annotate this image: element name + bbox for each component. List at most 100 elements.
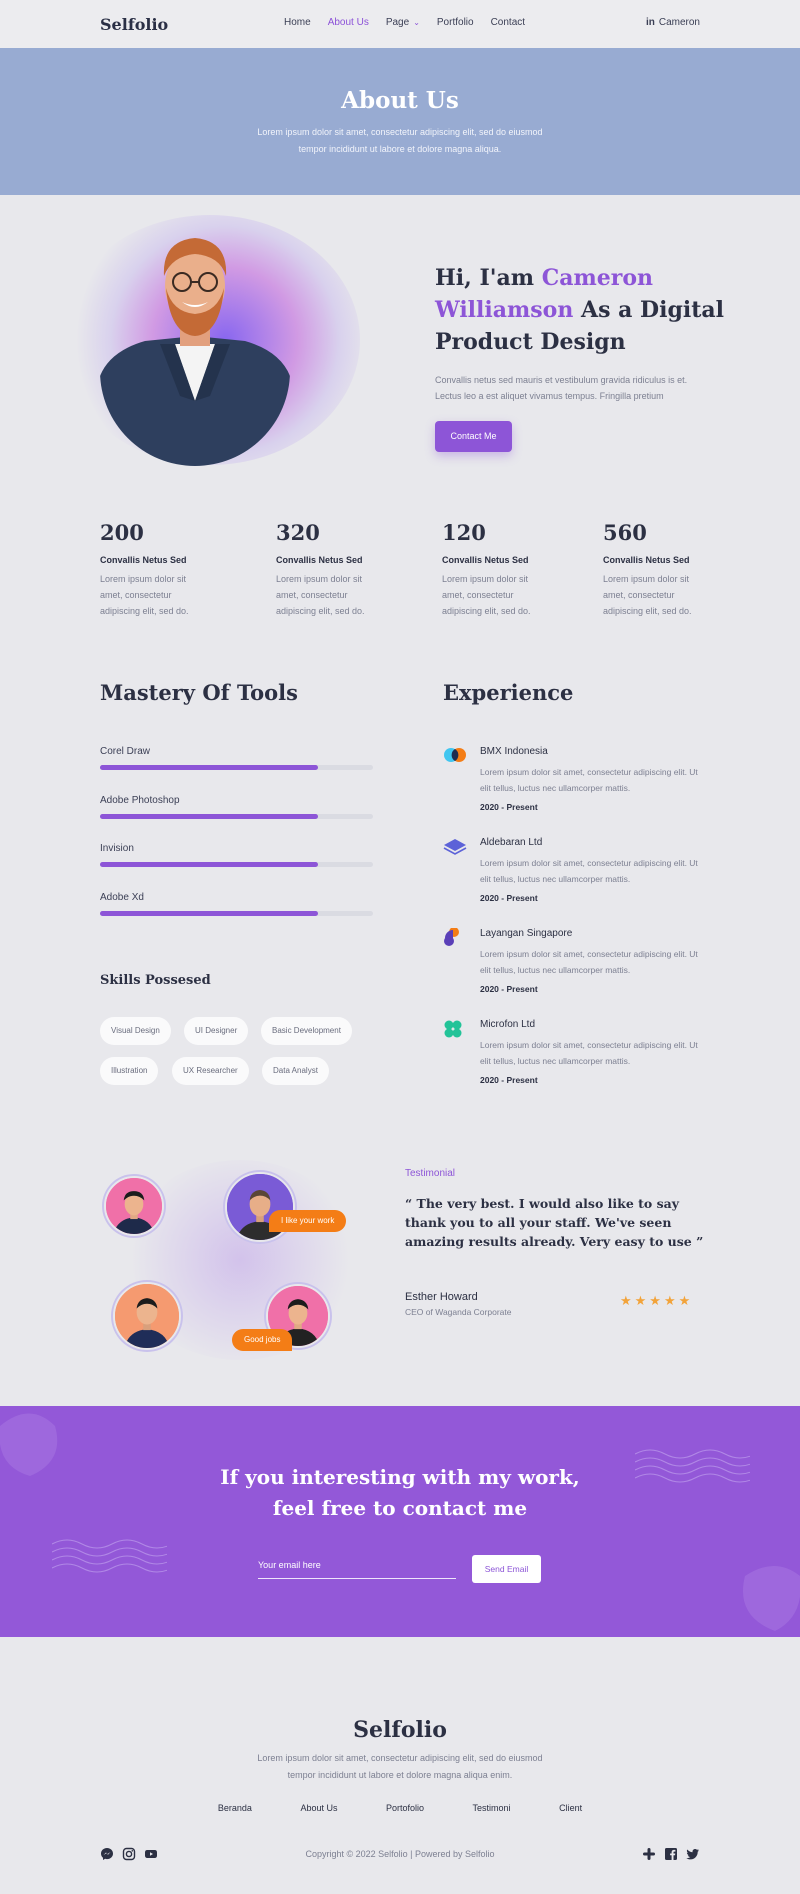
stat-value: 120: [442, 520, 486, 545]
tool-item: Adobe Photoshop: [100, 795, 373, 819]
avatar: [113, 1282, 181, 1350]
footer-link-about[interactable]: About Us: [300, 1803, 337, 1813]
skill-chip[interactable]: UX Researcher: [172, 1057, 249, 1085]
contact-heading-line1: If you interesting with my work,: [220, 1465, 580, 1489]
contact-section: If you interesting with my work, feel fre…: [0, 1406, 800, 1637]
skill-chip[interactable]: UI Designer: [184, 1017, 249, 1045]
footer-link-testimoni[interactable]: Testimoni: [473, 1803, 511, 1813]
portrait-photo: [100, 226, 290, 466]
stat-text: Lorem ipsum dolor sit amet, consectetur …: [442, 574, 531, 616]
hero-text: Lorem ipsum dolor sit amet, consectetur …: [257, 127, 543, 154]
nav-link-portfolio[interactable]: Portfolio: [437, 17, 474, 28]
kite-logo-icon: [443, 927, 465, 946]
intro-heading-pre: Hi, I'am: [435, 265, 542, 291]
intro-text: Convallis netus sed mauris et vestibulum…: [435, 375, 688, 401]
experience-years: 2020 - Present: [480, 893, 538, 903]
linkedin-icon: in: [645, 17, 655, 28]
experience-text: Lorem ipsum dolor sit amet, consectetur …: [480, 949, 698, 975]
nav-link-page[interactable]: Page ⌄: [386, 17, 420, 28]
tool-name: Corel Draw: [100, 746, 151, 757]
contact-me-button[interactable]: Contact Me: [435, 421, 512, 452]
tool-progress-fill: [100, 765, 319, 770]
nav-link-contact[interactable]: Contact: [491, 17, 525, 28]
contact-heading-line2: feel free to contact me: [272, 1496, 528, 1520]
slack-icon[interactable]: [642, 1847, 656, 1861]
experience-years: 2020 - Present: [480, 984, 538, 994]
brand-logo[interactable]: Selfolio: [100, 15, 168, 34]
tool-progress-track: [100, 765, 373, 770]
tool-progress-track: [100, 814, 373, 819]
testimonial-bubble: Good jobs: [232, 1329, 293, 1351]
send-email-button[interactable]: Send Email: [472, 1555, 541, 1583]
stat-value: 200: [100, 520, 144, 545]
tool-progress-fill: [100, 911, 319, 916]
testimonial-name: Esther Howard: [405, 1291, 478, 1303]
footer-link-portofolio[interactable]: Portofolio: [386, 1803, 424, 1813]
experience-title: Experience: [443, 680, 574, 705]
contact-heading: If you interesting with my work, feel fre…: [0, 1462, 800, 1524]
youtube-icon[interactable]: [144, 1847, 158, 1861]
footer-logo[interactable]: Selfolio: [0, 1717, 800, 1743]
skill-chip[interactable]: Basic Development: [261, 1017, 352, 1045]
tool-progress-track: [100, 911, 373, 916]
stat-text: Lorem ipsum dolor sit amet, consectetur …: [603, 574, 692, 616]
copyright: Copyright © 2022 Selfolio | Powered by S…: [305, 1849, 495, 1859]
experience-text: Lorem ipsum dolor sit amet, consectetur …: [480, 858, 698, 884]
skill-chip[interactable]: Visual Design: [100, 1017, 171, 1045]
skill-chip[interactable]: Illustration: [100, 1057, 159, 1085]
testimonial-quote: “ The very best. I would also like to sa…: [405, 1196, 704, 1249]
decorative-waves: [52, 1539, 167, 1573]
experience-years: 2020 - Present: [480, 1075, 538, 1085]
experience-company: Layangan Singapore: [480, 928, 573, 939]
tool-progress-fill: [100, 862, 319, 867]
stat-label: Convallis Netus Sed: [276, 555, 363, 565]
intro-heading: Hi, I'am Cameron Williamson As a Digital…: [435, 262, 725, 358]
bmx-logo-icon: [443, 746, 466, 764]
hero-banner: About Us Lorem ipsum dolor sit amet, con…: [0, 48, 800, 195]
chevron-down-icon: ⌄: [413, 18, 420, 27]
tool-name: Invision: [100, 843, 134, 854]
experience-company: Microfon Ltd: [480, 1019, 536, 1030]
tool-name: Adobe Photoshop: [100, 795, 180, 806]
stat-4: 560 Convallis Netus Sed Lorem ipsum dolo…: [603, 520, 723, 619]
testimonial-bubble: I like your work: [269, 1210, 347, 1232]
rating-stars: ★★★★★: [620, 1293, 694, 1308]
skills-title: Skills Possesed: [100, 973, 211, 988]
tool-item: Invision: [100, 843, 373, 867]
twitter-icon[interactable]: [686, 1847, 700, 1861]
stat-3: 120 Convallis Netus Sed Lorem ipsum dolo…: [442, 520, 562, 619]
tool-progress-fill: [100, 814, 319, 819]
clover-logo-icon: [443, 1019, 465, 1038]
experience-years: 2020 - Present: [480, 802, 538, 812]
email-field[interactable]: Your email here: [258, 1554, 456, 1579]
tool-progress-track: [100, 862, 373, 867]
nav-user-link[interactable]: in Cameron: [646, 17, 700, 28]
experience-text: Lorem ipsum dolor sit amet, consectetur …: [480, 1040, 698, 1066]
experience-company: BMX Indonesia: [480, 746, 548, 757]
nav-link-about[interactable]: About Us: [328, 17, 369, 28]
nav-user-name: Cameron: [658, 17, 700, 28]
messenger-icon[interactable]: [100, 1847, 114, 1861]
stat-2: 320 Convallis Netus Sed Lorem ipsum dolo…: [276, 520, 396, 619]
avatar: [104, 1176, 164, 1236]
nav-link-page-label: Page: [385, 17, 410, 28]
footer-links: Beranda About Us Portofolio Testimoni Cl…: [0, 1803, 800, 1813]
nav-link-home[interactable]: Home: [284, 17, 311, 28]
tool-item: Adobe Xd: [100, 892, 373, 916]
tool-name: Adobe Xd: [100, 892, 144, 903]
tools-title: Mastery Of Tools: [100, 680, 298, 705]
stat-text: Lorem ipsum dolor sit amet, consectetur …: [100, 574, 189, 616]
experience-text: Lorem ipsum dolor sit amet, consectetur …: [480, 767, 698, 793]
skill-chip[interactable]: Data Analyst: [262, 1057, 329, 1085]
testimonial-label: Testimonial: [405, 1168, 456, 1179]
page-title: About Us: [341, 87, 459, 114]
stat-label: Convallis Netus Sed: [603, 555, 690, 565]
instagram-icon[interactable]: [122, 1847, 136, 1861]
footer-link-client[interactable]: Client: [559, 1803, 582, 1813]
stat-label: Convallis Netus Sed: [442, 555, 529, 565]
layers-logo-icon: [443, 837, 467, 855]
facebook-icon[interactable]: [664, 1847, 678, 1861]
footer-link-beranda[interactable]: Beranda: [218, 1803, 252, 1813]
stat-1: 200 Convallis Netus Sed Lorem ipsum dolo…: [100, 520, 220, 619]
experience-company: Aldebaran Ltd: [480, 837, 543, 848]
